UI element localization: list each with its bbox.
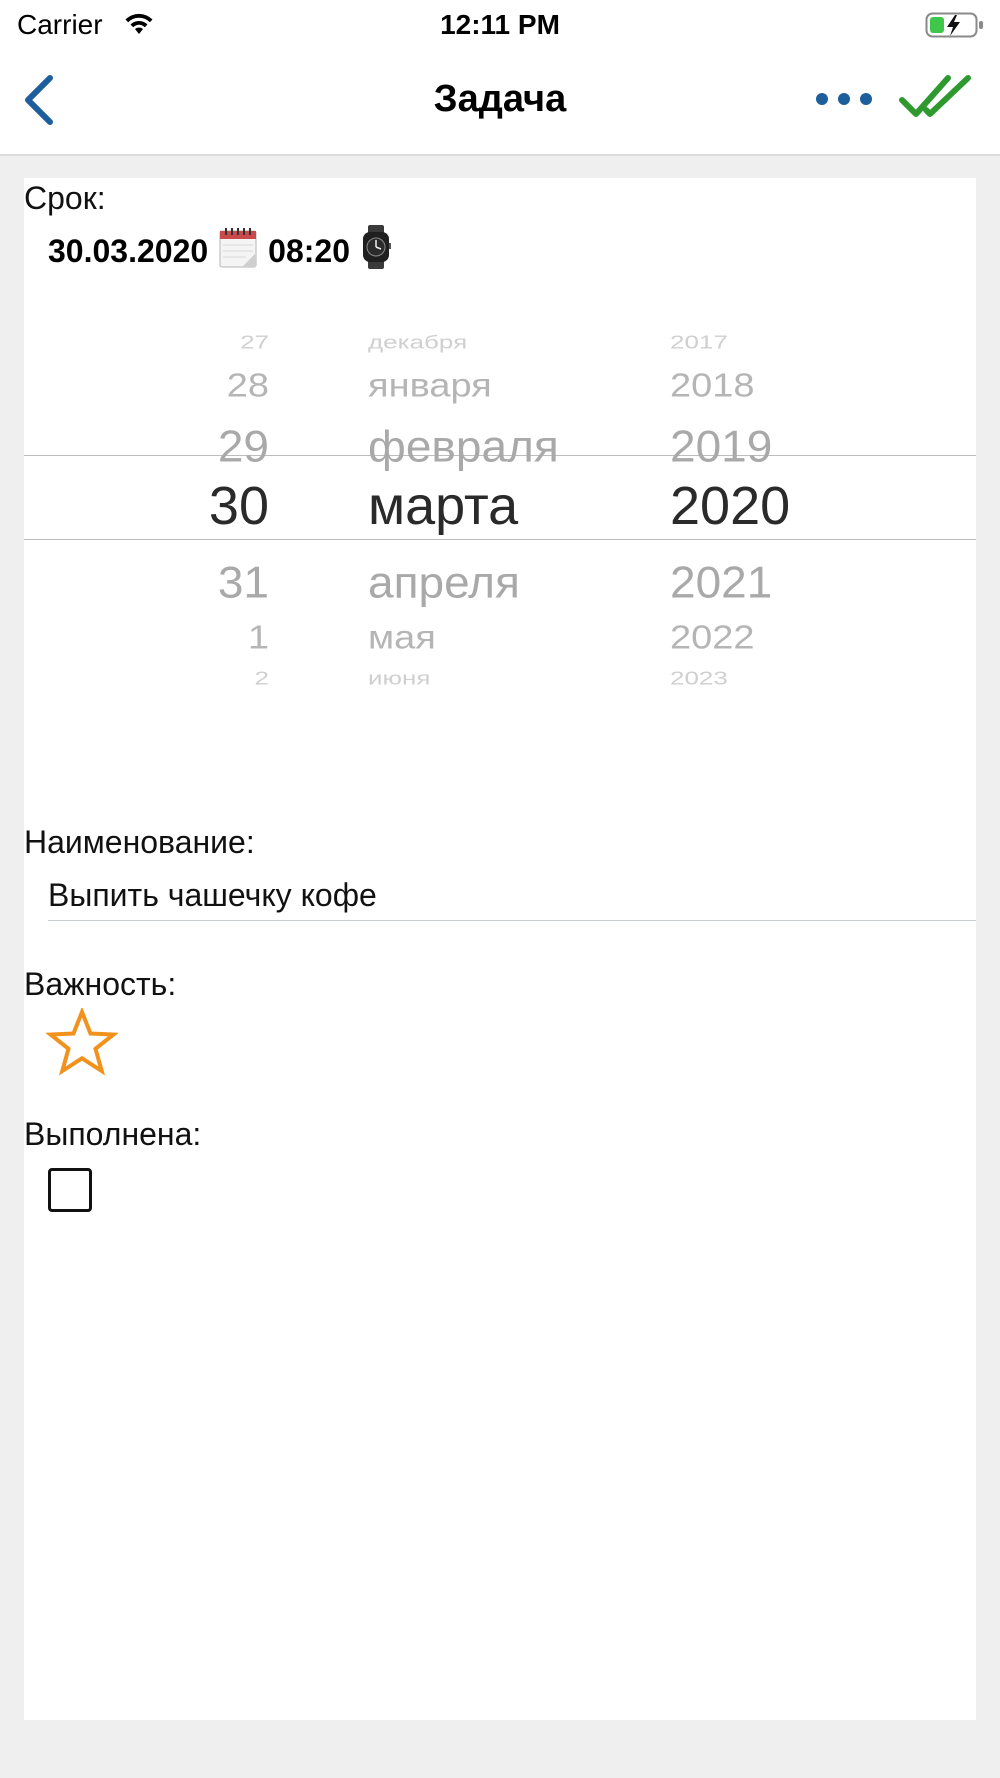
picker-month-option[interactable]: июня bbox=[368, 667, 430, 689]
picker-year-option[interactable]: 2022 bbox=[670, 620, 755, 658]
picker-year-column[interactable]: 2017 2018 2019 2020 2021 2022 2023 bbox=[634, 313, 834, 773]
status-bar: Carrier 12:11 PM bbox=[0, 0, 1000, 50]
navigation-bar: Задача bbox=[0, 50, 1000, 156]
battery-charging-icon bbox=[925, 10, 985, 45]
date-picker-wheel[interactable]: 27 28 29 30 31 1 2 декабря января февраля марта ап… bbox=[24, 313, 976, 773]
picker-day-column[interactable]: 27 28 29 30 31 1 2 bbox=[174, 313, 344, 773]
more-horizontal-icon[interactable] bbox=[812, 88, 876, 115]
star-outline-icon[interactable] bbox=[45, 1006, 119, 1081]
deadline-label: Срок: bbox=[24, 180, 106, 216]
name-label: Наименование: bbox=[24, 824, 255, 860]
calendar-icon[interactable] bbox=[218, 225, 258, 277]
picker-month-option[interactable]: декабря bbox=[368, 331, 467, 353]
picker-year-option[interactable]: 2018 bbox=[670, 368, 755, 406]
picker-month-option[interactable]: февраля bbox=[368, 420, 559, 472]
deadline-date[interactable]: 30.03.2020 bbox=[48, 233, 208, 270]
picker-month-option[interactable]: января bbox=[368, 368, 492, 406]
picker-month-column[interactable]: декабря января февраля марта апреля мая июня bbox=[344, 313, 664, 773]
picker-day-option[interactable]: 30 bbox=[209, 475, 269, 537]
deadline-row[interactable]: 30.03.2020 08:20 bbox=[48, 225, 402, 277]
picker-year-option[interactable]: 2021 bbox=[670, 556, 772, 608]
task-name-value: Выпить чашечку кофе bbox=[48, 876, 377, 913]
double-check-icon[interactable] bbox=[896, 72, 976, 127]
picker-year-option[interactable]: 2020 bbox=[670, 475, 790, 537]
done-label: Выполнена: bbox=[24, 1116, 202, 1152]
task-form: Срок: 30.03.2020 08:20 27 28 29 30 31 1 … bbox=[24, 178, 976, 1720]
picker-day-option[interactable]: 31 bbox=[218, 556, 269, 608]
picker-day-option[interactable]: 1 bbox=[248, 620, 269, 658]
status-time: 12:11 PM bbox=[440, 9, 560, 40]
task-name-input[interactable]: Выпить чашечку кофе bbox=[48, 870, 976, 921]
watch-icon[interactable] bbox=[360, 225, 392, 277]
picker-month-option[interactable]: марта bbox=[368, 475, 518, 537]
picker-year-option[interactable]: 2023 bbox=[670, 667, 728, 689]
importance-label: Важность: bbox=[24, 966, 177, 1002]
deadline-time[interactable]: 08:20 bbox=[268, 233, 350, 270]
picker-month-option[interactable]: мая bbox=[368, 620, 436, 658]
picker-day-option[interactable]: 29 bbox=[218, 420, 269, 472]
picker-day-option[interactable]: 2 bbox=[255, 667, 269, 689]
picker-year-option[interactable]: 2019 bbox=[670, 420, 772, 472]
picker-day-option[interactable]: 28 bbox=[227, 368, 269, 406]
picker-day-option[interactable]: 27 bbox=[240, 331, 269, 353]
picker-year-option[interactable]: 2017 bbox=[670, 331, 728, 353]
picker-month-option[interactable]: апреля bbox=[368, 556, 520, 608]
done-checkbox[interactable] bbox=[48, 1168, 92, 1212]
